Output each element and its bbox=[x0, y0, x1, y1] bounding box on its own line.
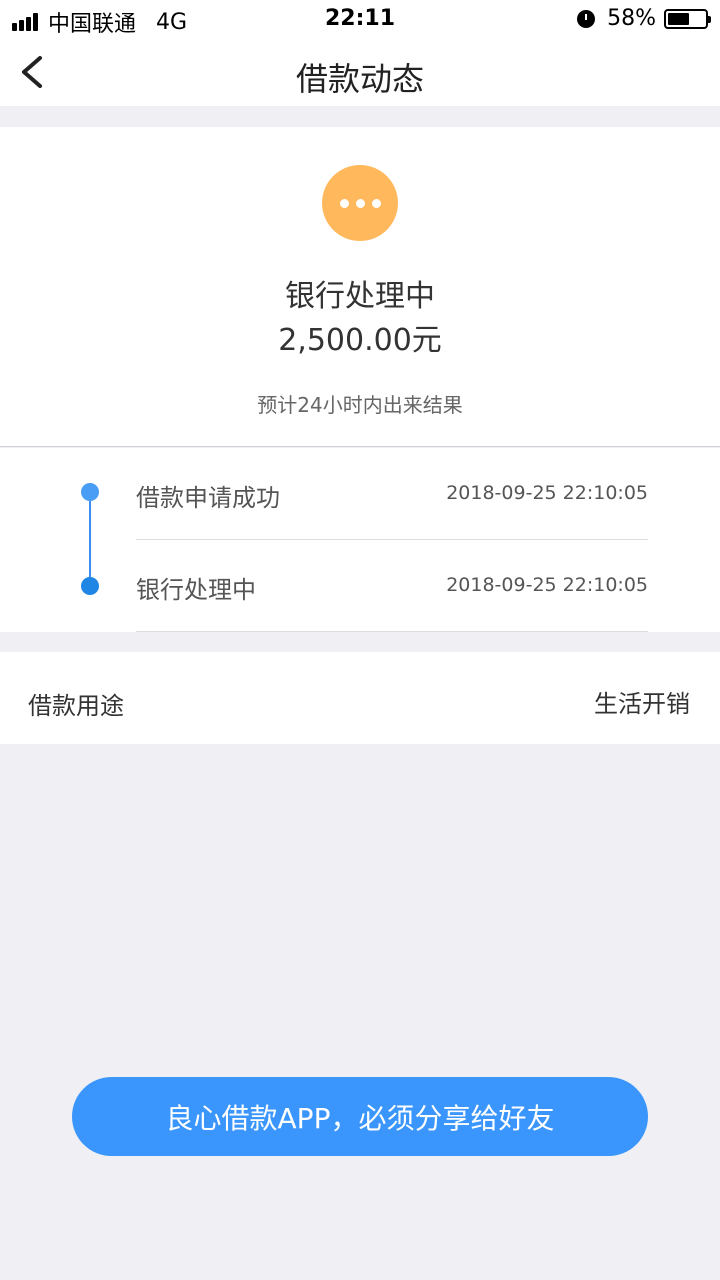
status-bar: 中国联通 4G 22:11 58% bbox=[0, 0, 720, 40]
battery-percent: 58% bbox=[607, 6, 656, 31]
timeline-dot bbox=[81, 483, 99, 501]
screen: 中国联通 4G 22:11 58% 借款动态 银行处理中 2,500.00元 预… bbox=[0, 0, 720, 1280]
timeline-item: 借款申请成功 2018-09-25 22:10:05 bbox=[136, 448, 648, 540]
loan-purpose-row: 借款用途 生活开销 bbox=[0, 652, 720, 744]
loan-status-card: 银行处理中 2,500.00元 预计24小时内出来结果 bbox=[0, 127, 720, 447]
battery-icon bbox=[664, 8, 711, 29]
loan-purpose-label: 借款用途 bbox=[28, 692, 124, 720]
status-hint: 预计24小时内出来结果 bbox=[257, 393, 463, 417]
timeline-line bbox=[89, 492, 91, 586]
pending-icon bbox=[322, 165, 398, 241]
nav-bar: 借款动态 bbox=[0, 40, 720, 106]
timeline-dot bbox=[81, 577, 99, 595]
loan-amount: 2,500.00元 bbox=[278, 323, 442, 358]
timeline-label: 银行处理中 bbox=[136, 576, 256, 604]
alarm-icon bbox=[577, 9, 596, 28]
loan-purpose-value: 生活开销 bbox=[594, 690, 690, 718]
share-button[interactable]: 良心借款APP，必须分享给好友 bbox=[72, 1077, 648, 1156]
status-right: 58% bbox=[577, 6, 711, 31]
timeline-item: 银行处理中 2018-09-25 22:10:05 bbox=[136, 540, 648, 632]
battery-fill bbox=[668, 12, 689, 25]
timeline-label: 借款申请成功 bbox=[136, 484, 280, 512]
timeline-time: 2018-09-25 22:10:05 bbox=[446, 482, 648, 504]
timeline: 借款申请成功 2018-09-25 22:10:05 银行处理中 2018-09… bbox=[0, 448, 720, 632]
status-title: 银行处理中 bbox=[285, 279, 435, 314]
page-title: 借款动态 bbox=[295, 60, 424, 98]
timeline-time: 2018-09-25 22:10:05 bbox=[446, 574, 648, 596]
